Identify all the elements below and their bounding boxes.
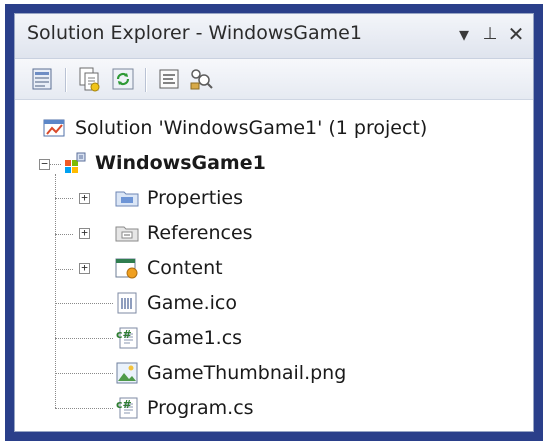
dropdown-button[interactable]: ▾ xyxy=(452,20,476,48)
ico-file-icon xyxy=(115,291,139,315)
references-folder-icon xyxy=(115,221,139,245)
view-code-icon[interactable] xyxy=(155,65,183,93)
tree-item-game-thumbnail[interactable]: GameThumbnail.png xyxy=(115,357,346,389)
tree-line xyxy=(55,408,113,409)
properties-folder-icon xyxy=(115,186,139,210)
tree-item-content[interactable]: Content xyxy=(115,252,223,284)
title-bar[interactable]: Solution Explorer - WindowsGame1 ▾ ⊥ ✕ xyxy=(15,14,533,59)
collapse-toggle[interactable]: − xyxy=(39,158,50,170)
tree-line xyxy=(55,303,113,304)
tree-line xyxy=(55,269,73,270)
solution-tree: Solution 'WindowsGame1' (1 project) − Wi… xyxy=(15,100,533,431)
toolbar-separator xyxy=(65,68,67,92)
close-button[interactable]: ✕ xyxy=(504,20,528,48)
tree-item-label: Game1.cs xyxy=(147,327,243,349)
tree-item-label: Properties xyxy=(147,187,244,209)
solution-explorer-panel: Solution Explorer - WindowsGame1 ▾ ⊥ ✕ S… xyxy=(14,13,534,432)
tree-item-game1-cs[interactable]: c# Game1.cs xyxy=(115,322,242,354)
png-file-icon xyxy=(115,361,139,385)
properties-icon[interactable] xyxy=(29,65,57,93)
solution-icon xyxy=(43,116,67,140)
tree-line xyxy=(55,338,113,339)
tree-item-program-cs[interactable]: c# Program.cs xyxy=(115,392,254,424)
svg-text:c#: c# xyxy=(116,328,132,341)
expand-toggle[interactable]: + xyxy=(79,227,90,239)
expand-toggle[interactable]: + xyxy=(79,262,90,274)
tree-line xyxy=(55,373,113,374)
show-all-files-icon[interactable] xyxy=(75,65,103,93)
tree-item-label: Program.cs xyxy=(147,397,254,419)
csharp-file-icon: c# xyxy=(115,396,139,420)
svg-text:c#: c# xyxy=(116,398,132,411)
expand-toggle[interactable]: + xyxy=(79,192,90,204)
project-node[interactable]: WindowsGame1 xyxy=(63,147,266,179)
refresh-icon[interactable] xyxy=(109,65,137,93)
project-label: WindowsGame1 xyxy=(95,152,266,174)
tree-item-label: References xyxy=(147,222,253,244)
content-project-icon xyxy=(115,256,139,280)
project-icon xyxy=(63,151,87,175)
toolbar xyxy=(15,59,533,100)
tree-line xyxy=(55,198,73,199)
solution-label: Solution 'WindowsGame1' (1 project) xyxy=(75,117,428,139)
pin-button[interactable]: ⊥ xyxy=(478,20,502,48)
tree-item-label: Game.ico xyxy=(147,292,237,314)
toolbar-separator xyxy=(145,68,147,92)
tree-line xyxy=(55,234,73,235)
window-frame: Solution Explorer - WindowsGame1 ▾ ⊥ ✕ S… xyxy=(5,4,543,441)
tree-item-references[interactable]: References xyxy=(115,217,253,249)
tree-item-label: GameThumbnail.png xyxy=(147,362,347,384)
class-diagram-icon[interactable] xyxy=(187,65,215,93)
csharp-file-icon: c# xyxy=(115,326,139,350)
window-title: Solution Explorer - WindowsGame1 xyxy=(27,22,362,44)
solution-node[interactable]: Solution 'WindowsGame1' (1 project) xyxy=(43,112,427,144)
tree-item-game-ico[interactable]: Game.ico xyxy=(115,287,237,319)
tree-item-properties[interactable]: Properties xyxy=(115,182,243,214)
tree-item-label: Content xyxy=(147,257,223,279)
